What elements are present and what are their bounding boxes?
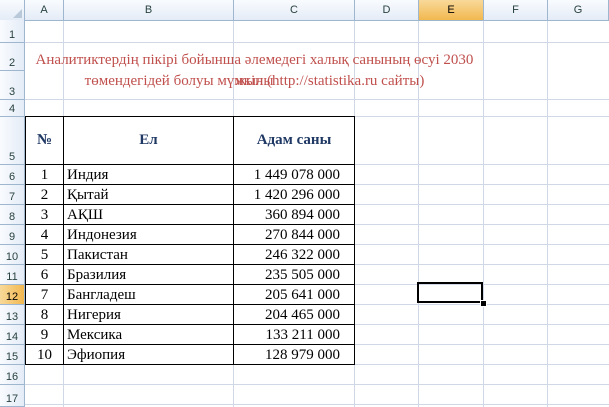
cell-number[interactable]: 1 <box>25 164 64 185</box>
row-header-1[interactable]: 1 <box>0 20 25 43</box>
spreadsheet-grid[interactable]: A B C D E F G 1 2 3 4 5 6 7 8 9 10 11 12… <box>0 0 609 407</box>
row-header-9[interactable]: 9 <box>0 225 25 245</box>
cell-population[interactable]: 204 465 000 <box>233 304 355 325</box>
grid-line <box>25 384 609 385</box>
row-header-17[interactable]: 17 <box>0 385 25 407</box>
cell-country[interactable]: Бангладеш <box>63 284 234 305</box>
row-header-6[interactable]: 6 <box>0 165 25 185</box>
cell-population[interactable]: 128 979 000 <box>233 344 355 365</box>
cell-population[interactable]: 205 641 000 <box>233 284 355 305</box>
table-row: 1 Индия 1 449 078 000 <box>25 164 355 185</box>
column-header-d[interactable]: D <box>355 0 419 20</box>
table-row: 9 Мексика 133 211 000 <box>25 324 355 345</box>
table-row: 3 АҚШ 360 894 000 <box>25 204 355 225</box>
row-header-12[interactable]: 12 <box>0 285 25 305</box>
grid-line <box>25 404 609 405</box>
row-header-7[interactable]: 7 <box>0 185 25 205</box>
cell-population[interactable]: 133 211 000 <box>233 324 355 345</box>
grid-line <box>25 99 609 100</box>
cell-number[interactable]: 2 <box>25 184 64 205</box>
cell-number[interactable]: 4 <box>25 224 64 245</box>
cell-country[interactable]: Қытай <box>63 184 234 205</box>
table-row: 6 Бразилия 235 505 000 <box>25 264 355 285</box>
cell-country[interactable]: Мексика <box>63 324 234 345</box>
cell-population[interactable]: 235 505 000 <box>233 264 355 285</box>
cell-population[interactable]: 360 894 000 <box>233 204 355 225</box>
header-country[interactable]: Ел <box>63 116 234 165</box>
cell-number[interactable]: 5 <box>25 244 64 265</box>
column-header-g[interactable]: G <box>548 0 609 20</box>
cell-number[interactable]: 9 <box>25 324 64 345</box>
row-header-15[interactable]: 15 <box>0 345 25 365</box>
header-number[interactable]: № <box>25 116 64 165</box>
column-header-f[interactable]: F <box>484 0 548 20</box>
title-line-2: төмендегідей болуы мүмкін (http://statis… <box>84 73 425 89</box>
cell-number[interactable]: 10 <box>25 344 64 365</box>
cell-country[interactable]: Пакистан <box>63 244 234 265</box>
cell-population[interactable]: 246 322 000 <box>233 244 355 265</box>
cell-number[interactable]: 8 <box>25 304 64 325</box>
row-header-2[interactable]: 2 <box>0 43 25 71</box>
cell-population[interactable]: 1 420 296 000 <box>233 184 355 205</box>
population-table: № Ел Адам саны 1 Индия 1 449 078 000 2 Қ… <box>25 116 355 365</box>
cell-country[interactable]: АҚШ <box>63 204 234 225</box>
table-row: 5 Пакистан 246 322 000 <box>25 244 355 265</box>
cell-population[interactable]: 1 449 078 000 <box>233 164 355 185</box>
table-row: 2 Қытай 1 420 296 000 <box>25 184 355 205</box>
grid-line <box>547 20 548 407</box>
cell-country[interactable]: Бразилия <box>63 264 234 285</box>
cell-number[interactable]: 3 <box>25 204 64 225</box>
table-row: 8 Нигерия 204 465 000 <box>25 304 355 325</box>
column-header-a[interactable]: A <box>25 0 64 20</box>
row-header-13[interactable]: 13 <box>0 305 25 325</box>
cell-country[interactable]: Индонезия <box>63 224 234 245</box>
row-header-11[interactable]: 11 <box>0 265 25 285</box>
cell-population[interactable]: 270 844 000 <box>233 224 355 245</box>
column-header-b[interactable]: B <box>64 0 234 20</box>
row-header-14[interactable]: 14 <box>0 325 25 345</box>
select-all-button[interactable] <box>0 0 25 20</box>
table-row: 10 Эфиопия 128 979 000 <box>25 344 355 365</box>
cell-number[interactable]: 7 <box>25 284 64 305</box>
row-header-16[interactable]: 16 <box>0 365 25 385</box>
row-header-8[interactable]: 8 <box>0 205 25 225</box>
table-row: 4 Индонезия 270 844 000 <box>25 224 355 245</box>
header-population[interactable]: Адам саны <box>233 116 355 165</box>
cell-number[interactable]: 6 <box>25 264 64 285</box>
column-header-e[interactable]: E <box>419 0 484 20</box>
row-header-5[interactable]: 5 <box>0 117 25 165</box>
column-header-bar: A B C D E F G <box>0 0 609 21</box>
active-cell-selection[interactable] <box>417 282 483 303</box>
row-header-3[interactable]: 3 <box>0 71 25 100</box>
fill-handle[interactable] <box>480 300 487 307</box>
cell-country[interactable]: Нигерия <box>63 304 234 325</box>
table-row: 7 Бангладеш 205 641 000 <box>25 284 355 305</box>
cell-country[interactable]: Эфиопия <box>63 344 234 365</box>
grid-line <box>25 42 609 43</box>
row-header-4[interactable]: 4 <box>0 100 25 117</box>
cell-country[interactable]: Индия <box>63 164 234 185</box>
row-header-10[interactable]: 10 <box>0 245 25 265</box>
table-header-row: № Ел Адам саны <box>25 116 355 165</box>
column-header-c[interactable]: C <box>234 0 355 20</box>
